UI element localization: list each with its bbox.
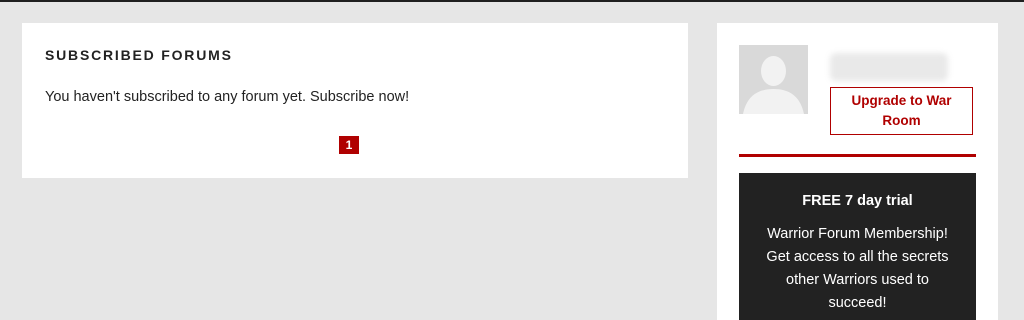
pagination-page-button[interactable]: 1 (339, 136, 359, 154)
user-sidebar: Upgrade to War Room FREE 7 day trial War… (717, 23, 998, 320)
default-user-avatar-icon (739, 45, 808, 114)
promo-text: Warrior Forum Membership! Get access to … (766, 226, 949, 311)
top-border (0, 0, 1024, 2)
free-trial-promo[interactable]: FREE 7 day trial Warrior Forum Membershi… (739, 173, 976, 320)
username[interactable] (830, 53, 948, 81)
promo-title: FREE 7 day trial (802, 193, 913, 209)
section-divider (739, 154, 976, 157)
avatar[interactable] (739, 45, 808, 114)
empty-state-message: You haven't subscribed to any forum yet.… (45, 89, 410, 105)
subscribed-forums-panel: SUBSCRIBED FORUMS You haven't subscribed… (22, 23, 688, 178)
upgrade-to-war-room-button[interactable]: Upgrade to War Room (830, 87, 973, 135)
page-title: SUBSCRIBED FORUMS (45, 47, 233, 63)
